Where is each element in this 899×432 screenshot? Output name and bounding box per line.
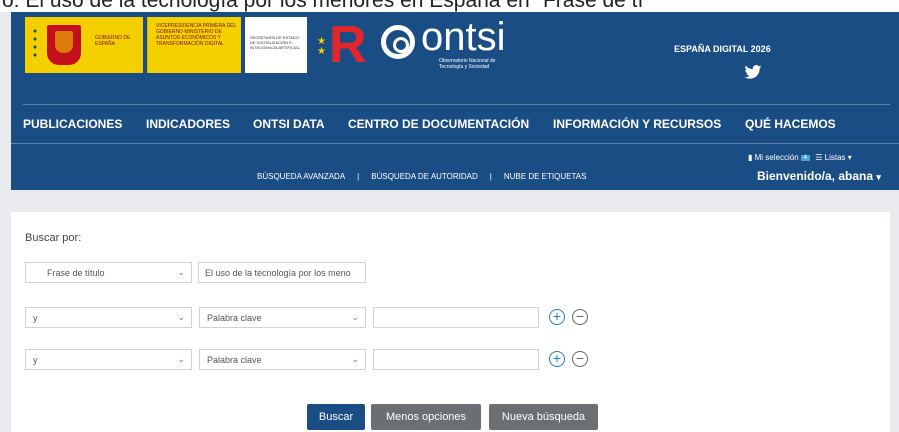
field-select-2-value: Palabra clave (207, 313, 262, 323)
ontsi-name: ontsi (421, 15, 506, 59)
subnav-busqueda-avanzada[interactable]: BÚSQUEDA AVANZADA (257, 172, 345, 181)
search-input-1[interactable]: El uso de la tecnología por los meno (198, 262, 366, 283)
espana-digital-link[interactable]: ESPAÑA DIGITAL 2026 (674, 44, 771, 54)
chevron-down-icon: ⌄ (177, 312, 185, 322)
vicepresidency-label: VICEPRESIDENCIA PRIMERA DEL GOBIERNO MIN… (156, 23, 237, 47)
site-header: GOBIERNO DE ESPAÑA VICEPRESIDENCIA PRIME… (11, 12, 899, 190)
add-row-icon[interactable]: + (549, 309, 565, 325)
sub-nav: BÚSQUEDA AVANZADA | BÚSQUEDA DE AUTORIDAD |… (257, 172, 586, 184)
remove-row-icon[interactable]: − (572, 351, 588, 367)
bookmark-icon[interactable]: ▮ (748, 153, 752, 162)
nav-ontsi-data[interactable]: ONTSI DATA (253, 117, 325, 131)
lists-link[interactable]: Listas (825, 153, 846, 162)
subnav-nube-etiquetas[interactable]: NUBE DE ETIQUETAS (504, 172, 587, 181)
page-title-cut: o: El uso de la tecnología por los menor… (2, 0, 644, 12)
field-select-1[interactable]: Frase de título ⌄ (25, 262, 192, 283)
nav-que-hacemos[interactable]: QUÉ HACEMOS (745, 117, 836, 131)
browser-title-cut: o: El uso de la tecnología por los menor… (0, 0, 899, 12)
chevron-down-icon: ⌄ (351, 354, 359, 364)
search-button[interactable]: Buscar (307, 404, 365, 430)
operator-select-2[interactable]: y ⌄ (25, 307, 192, 328)
fewer-options-button[interactable]: Menos opciones (371, 404, 481, 430)
selection-count-badge: 4 (800, 155, 810, 161)
operator-select-3[interactable]: y ⌄ (25, 349, 192, 370)
ontsi-logo[interactable]: ontsi Observatorio Nacional de Tecnologí… (381, 17, 521, 71)
coat-of-arms-icon (47, 25, 81, 65)
recovery-r-icon: R (329, 16, 367, 74)
remove-row-icon[interactable]: − (572, 309, 588, 325)
recovery-plan-logo[interactable]: ★ ★ R (315, 17, 367, 73)
field-select-3[interactable]: Palabra clave ⌄ (199, 349, 366, 370)
eu-stars-icon (31, 27, 39, 63)
secretariat-label: SECRETARÍA DE ESTADO DE DIGITALIZACIÓN E… (250, 35, 300, 50)
field-select-3-value: Palabra clave (207, 355, 262, 365)
subnav-separator: | (489, 172, 492, 181)
nav-informacion-recursos[interactable]: INFORMACIÓN Y RECURSOS (553, 117, 721, 131)
search-input-3[interactable] (373, 349, 539, 370)
caret-down-icon[interactable]: ▾ (848, 153, 852, 162)
secretariat-logo[interactable]: SECRETARÍA DE ESTADO DE DIGITALIZACIÓN E… (245, 17, 307, 73)
welcome-text: Bienvenido/a, abana (757, 169, 874, 183)
field-select-2[interactable]: Palabra clave ⌄ (199, 307, 366, 328)
chevron-down-icon: ⌄ (351, 312, 359, 322)
chevron-down-icon: ⌄ (177, 267, 185, 277)
user-tools: ▮ Mi selección 4 ☰ Listas ▾ (748, 153, 852, 162)
stars-icon: ★ ★ (317, 36, 326, 57)
chevron-down-icon: ⌄ (177, 354, 185, 364)
search-by-label: Buscar por: (25, 232, 82, 244)
operator-select-2-value: y (33, 313, 38, 323)
advanced-search-panel: Buscar por: Frase de título ⌄ El uso de … (11, 212, 890, 432)
welcome-caret-icon: ▾ (876, 172, 881, 182)
my-selection-link[interactable]: Mi selección (755, 153, 799, 162)
header-divider (23, 104, 890, 105)
subnav-busqueda-autoridad[interactable]: BÚSQUEDA DE AUTORIDAD (371, 172, 478, 181)
ontsi-ring-icon (381, 25, 415, 59)
new-search-button[interactable]: Nueva búsqueda (489, 404, 598, 430)
gobierno-label: GOBIERNO DE ESPAÑA (95, 35, 131, 47)
gobierno-logo[interactable]: GOBIERNO DE ESPAÑA (25, 17, 143, 73)
field-select-1-value: Frase de título (47, 268, 105, 278)
nav-indicadores[interactable]: INDICADORES (146, 117, 230, 131)
operator-select-3-value: y (33, 355, 38, 365)
nav-publicaciones[interactable]: PUBLICACIONES (23, 117, 122, 131)
add-row-icon[interactable]: + (549, 351, 565, 367)
list-icon[interactable]: ☰ (815, 153, 822, 162)
subnav-separator: | (357, 172, 360, 181)
nav-centro-documentacion[interactable]: CENTRO DE DOCUMENTACIÓN (348, 117, 529, 131)
search-input-2[interactable] (373, 307, 539, 328)
ontsi-subtitle: Observatorio Nacional de Tecnología y So… (439, 58, 496, 70)
twitter-icon[interactable] (744, 65, 762, 79)
welcome-user[interactable]: Bienvenido/a, abana ▾ (757, 169, 881, 183)
vicepresidency-logo[interactable]: VICEPRESIDENCIA PRIMERA DEL GOBIERNO MIN… (147, 17, 241, 73)
nav-divider (11, 143, 899, 144)
